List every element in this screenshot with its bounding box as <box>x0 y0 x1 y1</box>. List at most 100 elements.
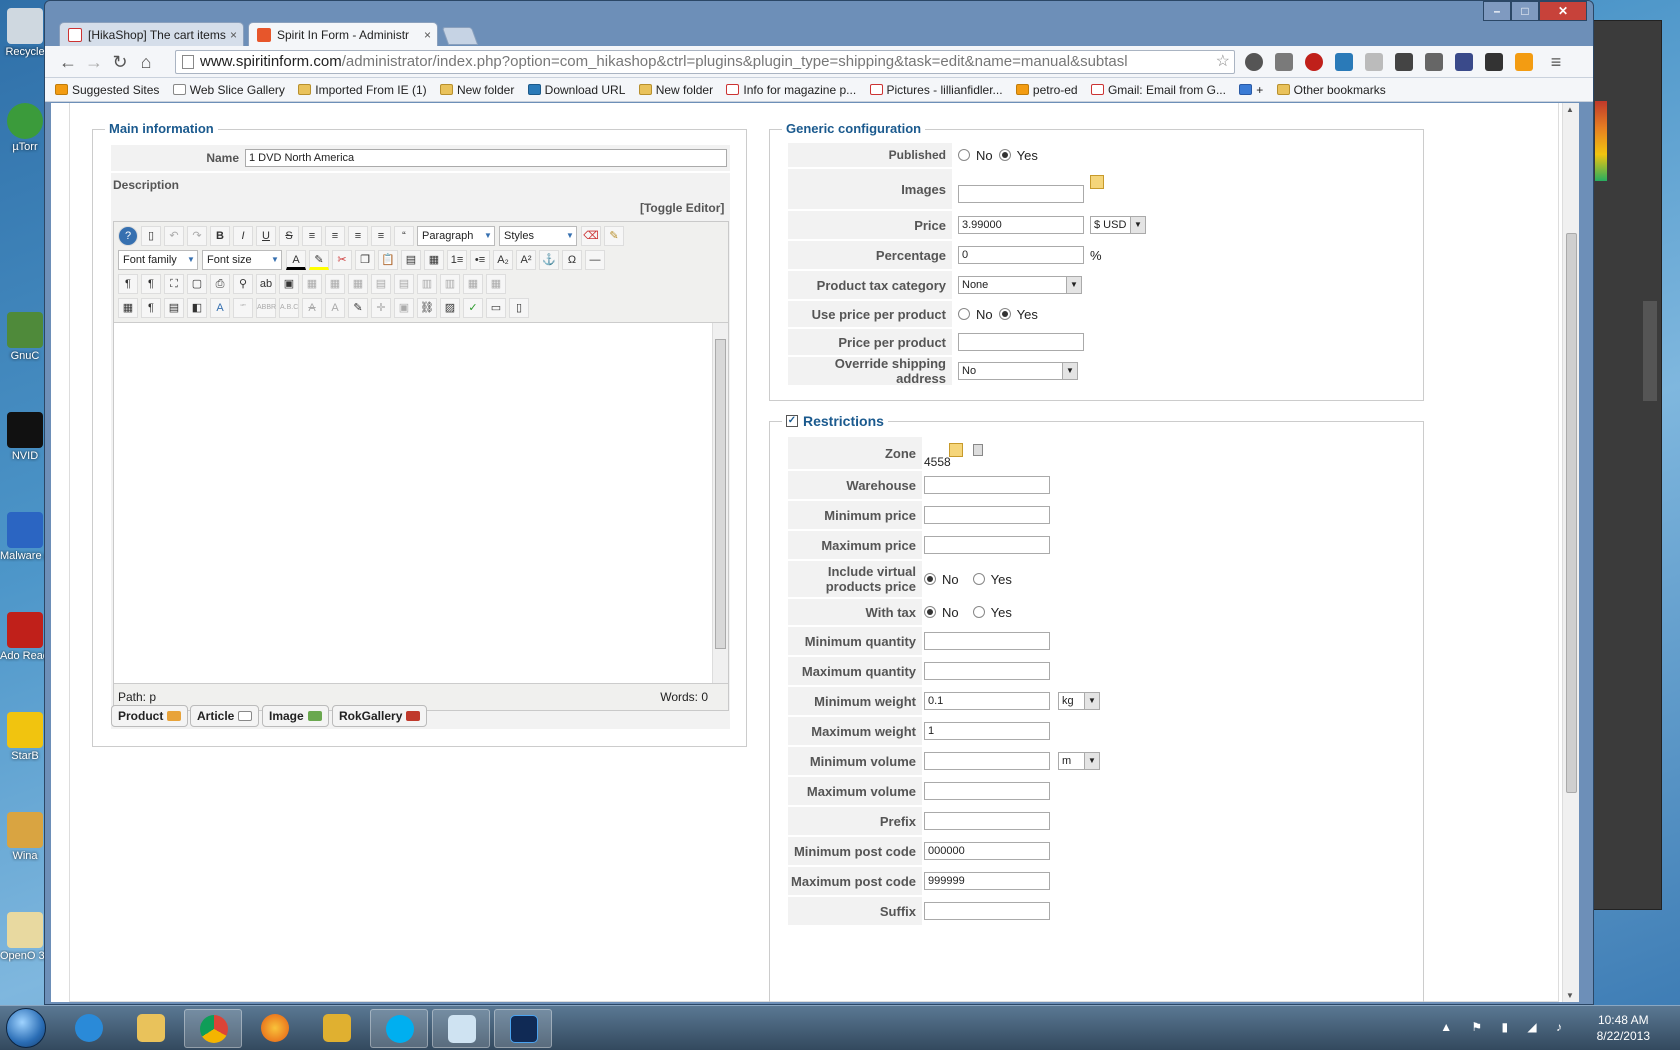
pocket-icon[interactable] <box>1425 53 1443 71</box>
pagebreak-icon[interactable]: ▯ <box>509 298 529 318</box>
use-ppp-yes-radio[interactable] <box>998 308 1011 320</box>
stop-icon[interactable] <box>1305 53 1323 71</box>
price-input[interactable]: 3.99000 <box>958 216 1084 234</box>
home-icon[interactable]: ⌂ <box>135 51 157 73</box>
new-tab-button[interactable] <box>441 27 479 45</box>
styles-select[interactable]: Styles ▼ <box>499 226 577 246</box>
highlight-icon[interactable]: ✎ <box>309 250 329 270</box>
italic-icon[interactable]: I <box>233 226 253 246</box>
bookmark-folder[interactable]: New folder <box>638 78 713 101</box>
min-price-input[interactable] <box>924 506 1050 524</box>
price-per-product-input[interactable] <box>958 333 1084 351</box>
paste-word-icon[interactable]: ▦ <box>424 250 444 270</box>
show-blocks-icon[interactable]: ¶ <box>141 298 161 318</box>
insert-image-button[interactable]: Image <box>262 705 329 727</box>
max-postcode-input[interactable]: 999999 <box>924 872 1050 890</box>
ins-icon[interactable]: A <box>325 298 345 318</box>
include-virtual-no-radio[interactable] <box>924 573 936 585</box>
bookmark-folder[interactable]: New folder <box>439 78 514 101</box>
extension-puzzle-icon[interactable] <box>1275 53 1293 71</box>
max-volume-input[interactable] <box>924 782 1050 800</box>
start-button[interactable] <box>6 1008 46 1048</box>
min-quantity-input[interactable] <box>924 632 1050 650</box>
desktop-icon-gnucash[interactable]: GnuC <box>0 312 50 362</box>
readmore-icon[interactable]: ▭ <box>486 298 506 318</box>
menu-icon[interactable]: ≡ <box>1545 51 1567 73</box>
scroll-down-icon[interactable]: ▼ <box>1566 991 1574 1000</box>
strikethrough-icon[interactable]: S <box>279 226 299 246</box>
bookmark-item[interactable]: Download URL <box>527 78 625 101</box>
tab-hikashop[interactable]: [HikaShop] The cart items × <box>59 22 244 46</box>
taskbar-app-keys[interactable] <box>308 1009 366 1048</box>
copy-icon[interactable]: ❐ <box>355 250 375 270</box>
delete-col-icon[interactable]: ▥ <box>440 274 460 294</box>
abbr-icon[interactable]: ABBR <box>256 298 276 318</box>
new-document-icon[interactable]: ▯ <box>141 226 161 246</box>
page-scrollbar-thumb[interactable] <box>1566 233 1577 793</box>
bookmark-item[interactable]: Pictures - lillianfidler... <box>869 78 1003 101</box>
desktop-icon-adobe-reader[interactable]: Ado Reade <box>0 612 50 662</box>
edit-zone-icon[interactable] <box>948 443 963 457</box>
insert-rokgallery-button[interactable]: RokGallery <box>332 705 428 727</box>
published-yes-radio[interactable] <box>998 149 1011 161</box>
editor-scrollbar-thumb[interactable] <box>715 339 726 649</box>
print-icon[interactable]: ⎙ <box>210 274 230 294</box>
insert-article-button[interactable]: Article <box>190 705 260 727</box>
absolute-icon[interactable]: ✛ <box>371 298 391 318</box>
layer-icon[interactable]: ◧ <box>187 298 207 318</box>
bookmark-item[interactable]: + <box>1239 78 1263 101</box>
insert-image-icon[interactable]: ▣ <box>279 274 299 294</box>
paste-icon[interactable]: 📋 <box>378 250 398 270</box>
page-scrollbar[interactable]: ▲ ▼ <box>1562 103 1579 1002</box>
insert-product-button[interactable]: Product <box>111 705 189 727</box>
cite-icon[interactable]: “” <box>233 298 253 318</box>
background-window[interactable] <box>1590 20 1662 910</box>
eraser-icon[interactable]: ⌫ <box>581 226 601 246</box>
prefix-input[interactable] <box>924 812 1050 830</box>
undo-icon[interactable]: ↶ <box>164 226 184 246</box>
visual-aid-icon[interactable]: ▦ <box>118 298 138 318</box>
max-quantity-input[interactable] <box>924 662 1050 680</box>
superscript-icon[interactable]: A² <box>516 250 536 270</box>
with-tax-yes-radio[interactable] <box>972 606 985 618</box>
published-no-radio[interactable] <box>958 149 970 161</box>
system-tray[interactable]: ▲ ⚑ ▮ ◢ ♪ <box>1440 1020 1570 1034</box>
acronym-icon[interactable]: A.B.C <box>279 298 299 318</box>
text-color-icon[interactable]: A <box>286 250 306 270</box>
with-tax-no-radio[interactable] <box>924 606 936 618</box>
min-weight-input[interactable]: 0.1 <box>924 692 1050 710</box>
anchor-icon[interactable]: ⚓ <box>539 250 559 270</box>
template-icon[interactable]: ▤ <box>164 298 184 318</box>
images-input[interactable] <box>958 185 1084 203</box>
font-family-select[interactable]: Font family ▼ <box>118 250 198 270</box>
extension-grid-icon[interactable] <box>1485 53 1503 71</box>
image-manager-icon[interactable]: ▨ <box>440 298 460 318</box>
search-icon[interactable]: ⚲ <box>233 274 253 294</box>
align-center-icon[interactable]: ≡ <box>325 226 345 246</box>
min-volume-input[interactable] <box>924 752 1050 770</box>
minimize-button[interactable]: – <box>1483 1 1511 21</box>
gear-icon[interactable] <box>1245 53 1263 71</box>
close-tab-icon[interactable]: × <box>424 23 431 46</box>
del-icon[interactable]: A <box>302 298 322 318</box>
maximize-button[interactable]: □ <box>1511 1 1539 21</box>
taskbar-internet-explorer[interactable] <box>60 1009 118 1048</box>
desktop-icon-utorrent[interactable]: µTorr <box>0 103 50 153</box>
attribs-icon[interactable]: ✎ <box>348 298 368 318</box>
row-props-icon[interactable]: ▦ <box>325 274 345 294</box>
move-forward-icon[interactable]: ▣ <box>394 298 414 318</box>
override-address-select[interactable]: No ▼ <box>958 362 1078 380</box>
fullscreen-icon[interactable]: ⛶ <box>164 274 184 294</box>
ordered-list-icon[interactable]: 1≡ <box>447 250 467 270</box>
background-window-scrollbar[interactable] <box>1643 301 1657 401</box>
bookmark-item[interactable]: Web Slice Gallery <box>172 78 285 101</box>
editor-content-area[interactable] <box>114 322 728 684</box>
bookmark-item[interactable]: Info for magazine p... <box>726 78 856 101</box>
close-window-button[interactable]: ✕ <box>1539 1 1587 21</box>
align-left-icon[interactable]: ≡ <box>348 226 368 246</box>
cleanup-icon[interactable]: ✎ <box>604 226 624 246</box>
weight-unit-select[interactable]: kg ▼ <box>1058 692 1100 710</box>
insert-row-icon[interactable]: ▤ <box>371 274 391 294</box>
redo-icon[interactable]: ↷ <box>187 226 207 246</box>
restrictions-checkbox[interactable]: ✓ <box>786 415 798 427</box>
